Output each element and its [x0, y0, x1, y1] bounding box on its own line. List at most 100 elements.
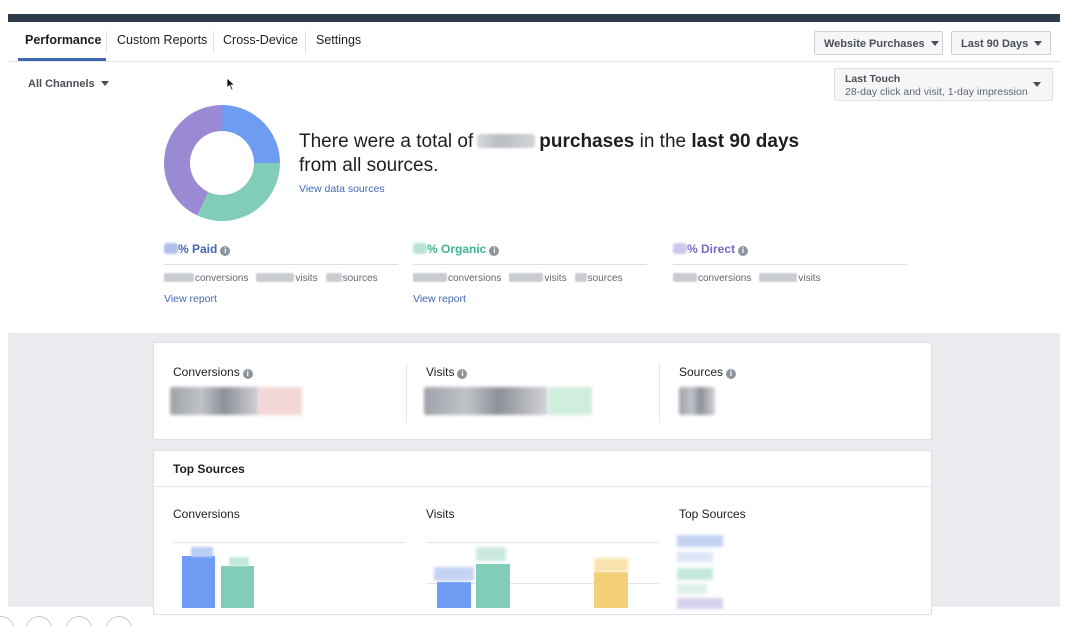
tab-bar: Performance Custom Reports Cross-Device … — [8, 22, 1060, 62]
view-report-paid-link[interactable]: View report — [164, 293, 398, 305]
channel-organic-heading: % Organic i — [413, 242, 647, 256]
metric-label: Conversions — [173, 365, 240, 379]
donut-slice-organic — [197, 163, 280, 221]
divider — [154, 486, 931, 487]
tab-divider — [305, 31, 306, 53]
redacted-bar-label — [594, 558, 628, 572]
tab-cross-device[interactable]: Cross-Device — [223, 33, 298, 47]
circle-icon[interactable] — [106, 616, 132, 626]
headline-purchases: purchases — [539, 131, 635, 152]
info-icon[interactable]: i — [457, 369, 468, 379]
redacted-bar-label — [191, 547, 213, 557]
channel-direct-label: % Direct — [687, 242, 736, 256]
top-sources-title: Top Sources — [173, 462, 245, 476]
redacted-metric-value — [679, 387, 715, 415]
redacted-source-item — [677, 598, 723, 609]
event-dropdown-label: Website Purchases — [824, 38, 925, 50]
redacted-value — [509, 273, 544, 282]
redacted-percent — [413, 243, 427, 254]
divider — [413, 264, 647, 265]
channel-organic-stats: conversions visits sources — [413, 273, 647, 284]
channel-direct: % Direct i conversions visits — [673, 242, 907, 284]
channel-paid-heading: % Paid i — [164, 242, 398, 256]
channel-direct-stats: conversions visits — [673, 273, 907, 284]
metric-sources: Sources i — [679, 365, 737, 379]
divider — [164, 264, 398, 265]
redacted-value — [256, 273, 295, 282]
date-range-dropdown[interactable]: Last 90 Days — [951, 31, 1051, 55]
mouse-cursor-icon — [226, 77, 236, 91]
info-icon[interactable]: i — [726, 369, 737, 379]
column-visits-title: Visits — [426, 507, 455, 521]
view-report-organic-link[interactable]: View report — [413, 293, 647, 305]
redacted-bar-label — [229, 557, 249, 566]
bottom-toolbar — [0, 612, 200, 626]
event-dropdown[interactable]: Website Purchases — [814, 31, 943, 55]
metric-label: Visits — [426, 365, 455, 379]
redacted-percent — [673, 243, 687, 254]
circle-icon[interactable] — [0, 616, 14, 626]
info-icon[interactable]: i — [489, 246, 500, 256]
redacted-value — [759, 273, 798, 282]
redacted-value — [673, 273, 697, 282]
info-icon[interactable]: i — [220, 246, 231, 256]
channels-dropdown[interactable]: All Channels — [28, 78, 109, 90]
top-sources-card: Top Sources Conversions Visits Top Sourc… — [153, 450, 932, 615]
date-range-label: Last 90 Days — [961, 38, 1029, 50]
stat-label: visits — [295, 273, 318, 284]
stat-label: conversions — [698, 273, 752, 284]
metric-label: Sources — [679, 365, 724, 379]
redacted-bar-label — [434, 567, 474, 581]
tab-divider — [106, 31, 107, 53]
circle-icon[interactable] — [66, 616, 92, 626]
circle-icon[interactable] — [26, 616, 52, 626]
info-icon[interactable]: i — [738, 246, 749, 256]
attribution-title: Last Touch — [845, 73, 901, 85]
chevron-down-icon — [100, 81, 109, 86]
channel-paid-stats: conversions visits sources — [164, 273, 398, 284]
channels-label: All Channels — [28, 78, 95, 90]
chevron-down-icon — [1034, 41, 1043, 46]
stat-label: sources — [587, 273, 623, 284]
channel-paid: % Paid i conversions visits sources View re… — [164, 242, 398, 305]
tab-divider — [213, 31, 214, 53]
redacted-value — [574, 273, 587, 282]
stat-label: sources — [342, 273, 378, 284]
redacted-source-item — [677, 535, 723, 547]
metric-conversions: Conversions i — [173, 365, 253, 379]
divider — [659, 363, 660, 423]
channel-organic-label: % Organic — [427, 242, 487, 256]
tab-custom-reports[interactable]: Custom Reports — [117, 33, 207, 47]
redacted-metric-change — [548, 387, 592, 415]
headline-mid: in the — [639, 131, 687, 152]
redacted-metric-value — [170, 387, 260, 415]
redacted-bar-label — [476, 547, 506, 561]
metric-visits: Visits i — [426, 365, 468, 379]
redacted-source-item — [677, 552, 713, 562]
redacted-source-item — [677, 584, 707, 594]
redacted-value — [325, 273, 342, 282]
redacted-percent — [164, 243, 178, 254]
channel-donut-chart — [164, 105, 280, 221]
redacted-value — [164, 273, 194, 282]
stat-label: conversions — [448, 273, 502, 284]
top-bar — [8, 14, 1060, 22]
view-data-sources-link[interactable]: View data sources — [299, 183, 385, 195]
headline-post: from all sources. — [299, 155, 439, 176]
info-icon[interactable]: i — [242, 369, 253, 379]
redacted-metric-value — [424, 387, 548, 415]
bar-paid — [437, 582, 471, 608]
redacted-metric-change — [258, 387, 302, 415]
redacted-source-item — [677, 568, 713, 580]
channel-organic: % Organic i conversions visits sources View… — [413, 242, 647, 305]
column-top-sources-title: Top Sources — [679, 507, 746, 521]
tab-performance[interactable]: Performance — [25, 33, 101, 47]
attribution-window: 28-day click and visit, 1-day impression — [845, 86, 1028, 98]
attribution-dropdown[interactable]: Last Touch 28-day click and visit, 1-day… — [834, 68, 1053, 101]
bar-organic — [221, 566, 254, 608]
donut-slice-paid — [222, 105, 280, 163]
redacted-value — [413, 273, 447, 282]
bar-organic — [476, 564, 510, 608]
tab-settings[interactable]: Settings — [316, 33, 361, 47]
metrics-card: Conversions i Visits i Sources i — [153, 342, 932, 440]
